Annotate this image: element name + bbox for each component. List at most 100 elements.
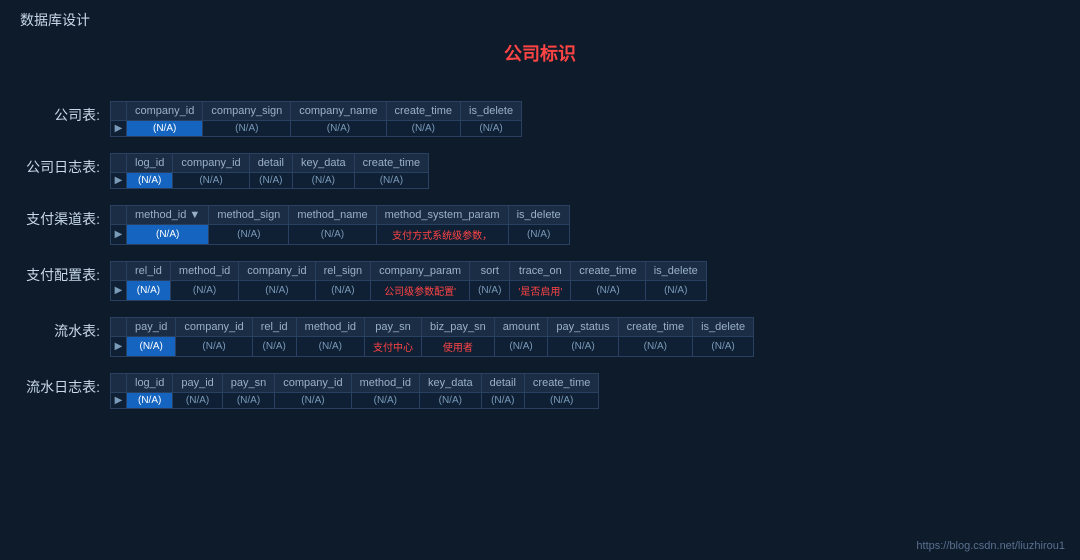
row-arrow-1: ▶ bbox=[111, 173, 127, 189]
db-table-2: method_id ▼method_signmethod_namemethod_… bbox=[110, 205, 570, 245]
cell-0-2: (N/A) bbox=[291, 121, 386, 137]
page-title: 数据库设计 bbox=[0, 0, 1080, 36]
col-header-3-2: company_id bbox=[239, 262, 315, 281]
cell-4-0: (N/A) bbox=[127, 337, 176, 357]
col-header-5-5: key_data bbox=[419, 374, 481, 393]
col-header-0-1: company_sign bbox=[203, 102, 291, 121]
col-header-4-2: rel_id bbox=[252, 318, 296, 337]
col-header-4-7: pay_status bbox=[548, 318, 618, 337]
db-table-wrapper-0: company_idcompany_signcompany_namecreate… bbox=[110, 101, 1060, 137]
col-header-5-6: detail bbox=[481, 374, 524, 393]
cell-1-4: (N/A) bbox=[354, 173, 428, 189]
col-header-5-3: company_id bbox=[275, 374, 351, 393]
cell-1-3: (N/A) bbox=[292, 173, 354, 189]
cell-4-9: (N/A) bbox=[693, 337, 754, 357]
cell-3-7: (N/A) bbox=[571, 281, 645, 301]
cell-2-3: 支付方式系统级参数， bbox=[376, 225, 508, 245]
col-header-3-5: sort bbox=[470, 262, 510, 281]
cell-5-0: (N/A) bbox=[127, 393, 173, 409]
col-header-3-6: trace_on bbox=[510, 262, 571, 281]
row-arrow-3: ▶ bbox=[111, 281, 127, 301]
cell-3-1: (N/A) bbox=[170, 281, 238, 301]
db-table-wrapper-5: log_idpay_idpay_sncompany_idmethod_idkey… bbox=[110, 373, 1060, 409]
content-area: 公司表:company_idcompany_signcompany_namecr… bbox=[0, 101, 1080, 409]
main-label: 公司标识 bbox=[504, 40, 576, 66]
col-header-3-3: rel_sign bbox=[315, 262, 371, 281]
cell-4-5: 使用者 bbox=[422, 337, 495, 357]
table-label-0: 公司表: bbox=[20, 101, 110, 125]
cell-4-3: (N/A) bbox=[296, 337, 364, 357]
cell-4-8: (N/A) bbox=[618, 337, 692, 357]
col-header-3-4: company_param bbox=[371, 262, 470, 281]
col-header-1-2: detail bbox=[249, 154, 292, 173]
col-header-3-1: method_id bbox=[170, 262, 238, 281]
table-group-2: 支付渠道表:method_id ▼method_signmethod_namem… bbox=[20, 205, 1060, 245]
col-header-5-0: log_id bbox=[127, 374, 173, 393]
cell-5-7: (N/A) bbox=[524, 393, 598, 409]
col-header-5-4: method_id bbox=[351, 374, 419, 393]
row-arrow-4: ▶ bbox=[111, 337, 127, 357]
cell-0-3: (N/A) bbox=[386, 121, 460, 137]
row-arrow-2: ▶ bbox=[111, 225, 127, 245]
cell-2-2: (N/A) bbox=[289, 225, 376, 245]
col-header-0-3: create_time bbox=[386, 102, 460, 121]
table-group-1: 公司日志表:log_idcompany_iddetailkey_datacrea… bbox=[20, 153, 1060, 189]
db-table-4: pay_idcompany_idrel_idmethod_idpay_snbiz… bbox=[110, 317, 754, 357]
table-group-3: 支付配置表:rel_idmethod_idcompany_idrel_signc… bbox=[20, 261, 1060, 301]
col-header-5-1: pay_id bbox=[173, 374, 222, 393]
col-header-1-1: company_id bbox=[173, 154, 249, 173]
col-header-1-4: create_time bbox=[354, 154, 428, 173]
col-header-4-1: company_id bbox=[176, 318, 252, 337]
cell-4-7: (N/A) bbox=[548, 337, 618, 357]
cell-3-0: (N/A) bbox=[127, 281, 171, 301]
col-header-2-2: method_name bbox=[289, 206, 376, 225]
col-header-3-0: rel_id bbox=[127, 262, 171, 281]
cell-4-2: (N/A) bbox=[252, 337, 296, 357]
row-arrow-0: ▶ bbox=[111, 121, 127, 137]
col-header-5-7: create_time bbox=[524, 374, 598, 393]
db-table-3: rel_idmethod_idcompany_idrel_signcompany… bbox=[110, 261, 707, 301]
col-header-0-0: company_id bbox=[127, 102, 203, 121]
table-label-1: 公司日志表: bbox=[20, 153, 110, 177]
col-header-5-2: pay_sn bbox=[222, 374, 274, 393]
col-header-0-2: company_name bbox=[291, 102, 386, 121]
table-label-4: 流水表: bbox=[20, 317, 110, 341]
cell-0-4: (N/A) bbox=[461, 121, 522, 137]
cell-0-0: (N/A) bbox=[127, 121, 203, 137]
db-table-5: log_idpay_idpay_sncompany_idmethod_idkey… bbox=[110, 373, 599, 409]
cell-2-4: (N/A) bbox=[508, 225, 569, 245]
table-group-4: 流水表:pay_idcompany_idrel_idmethod_idpay_s… bbox=[20, 317, 1060, 357]
col-header-4-4: pay_sn bbox=[365, 318, 422, 337]
cell-4-1: (N/A) bbox=[176, 337, 252, 357]
col-header-4-8: create_time bbox=[618, 318, 692, 337]
col-header-2-4: is_delete bbox=[508, 206, 569, 225]
col-header-3-8: is_delete bbox=[645, 262, 706, 281]
cell-3-3: (N/A) bbox=[315, 281, 371, 301]
col-header-1-3: key_data bbox=[292, 154, 354, 173]
cell-2-1: (N/A) bbox=[209, 225, 289, 245]
table-label-5: 流水日志表: bbox=[20, 373, 110, 397]
db-table-wrapper-3: rel_idmethod_idcompany_idrel_signcompany… bbox=[110, 261, 1060, 301]
cell-1-1: (N/A) bbox=[173, 173, 249, 189]
db-table-wrapper-4: pay_idcompany_idrel_idmethod_idpay_snbiz… bbox=[110, 317, 1060, 357]
col-header-4-3: method_id bbox=[296, 318, 364, 337]
cell-3-8: (N/A) bbox=[645, 281, 706, 301]
cell-5-6: (N/A) bbox=[481, 393, 524, 409]
footer-url: https://blog.csdn.net/liuzhirou1 bbox=[916, 540, 1065, 552]
col-header-2-0: method_id ▼ bbox=[127, 206, 209, 225]
cell-4-6: (N/A) bbox=[494, 337, 548, 357]
table-label-2: 支付渠道表: bbox=[20, 205, 110, 229]
cell-3-5: (N/A) bbox=[470, 281, 510, 301]
col-header-4-9: is_delete bbox=[693, 318, 754, 337]
cell-3-4: 公司级参数配置' bbox=[371, 281, 470, 301]
cell-3-6: '是否启用' bbox=[510, 281, 571, 301]
cell-5-2: (N/A) bbox=[222, 393, 274, 409]
cell-5-4: (N/A) bbox=[351, 393, 419, 409]
col-header-0-4: is_delete bbox=[461, 102, 522, 121]
col-header-3-7: create_time bbox=[571, 262, 645, 281]
db-table-wrapper-2: method_id ▼method_signmethod_namemethod_… bbox=[110, 205, 1060, 245]
col-header-4-6: amount bbox=[494, 318, 548, 337]
cell-5-5: (N/A) bbox=[419, 393, 481, 409]
db-table-1: log_idcompany_iddetailkey_datacreate_tim… bbox=[110, 153, 429, 189]
row-arrow-5: ▶ bbox=[111, 393, 127, 409]
